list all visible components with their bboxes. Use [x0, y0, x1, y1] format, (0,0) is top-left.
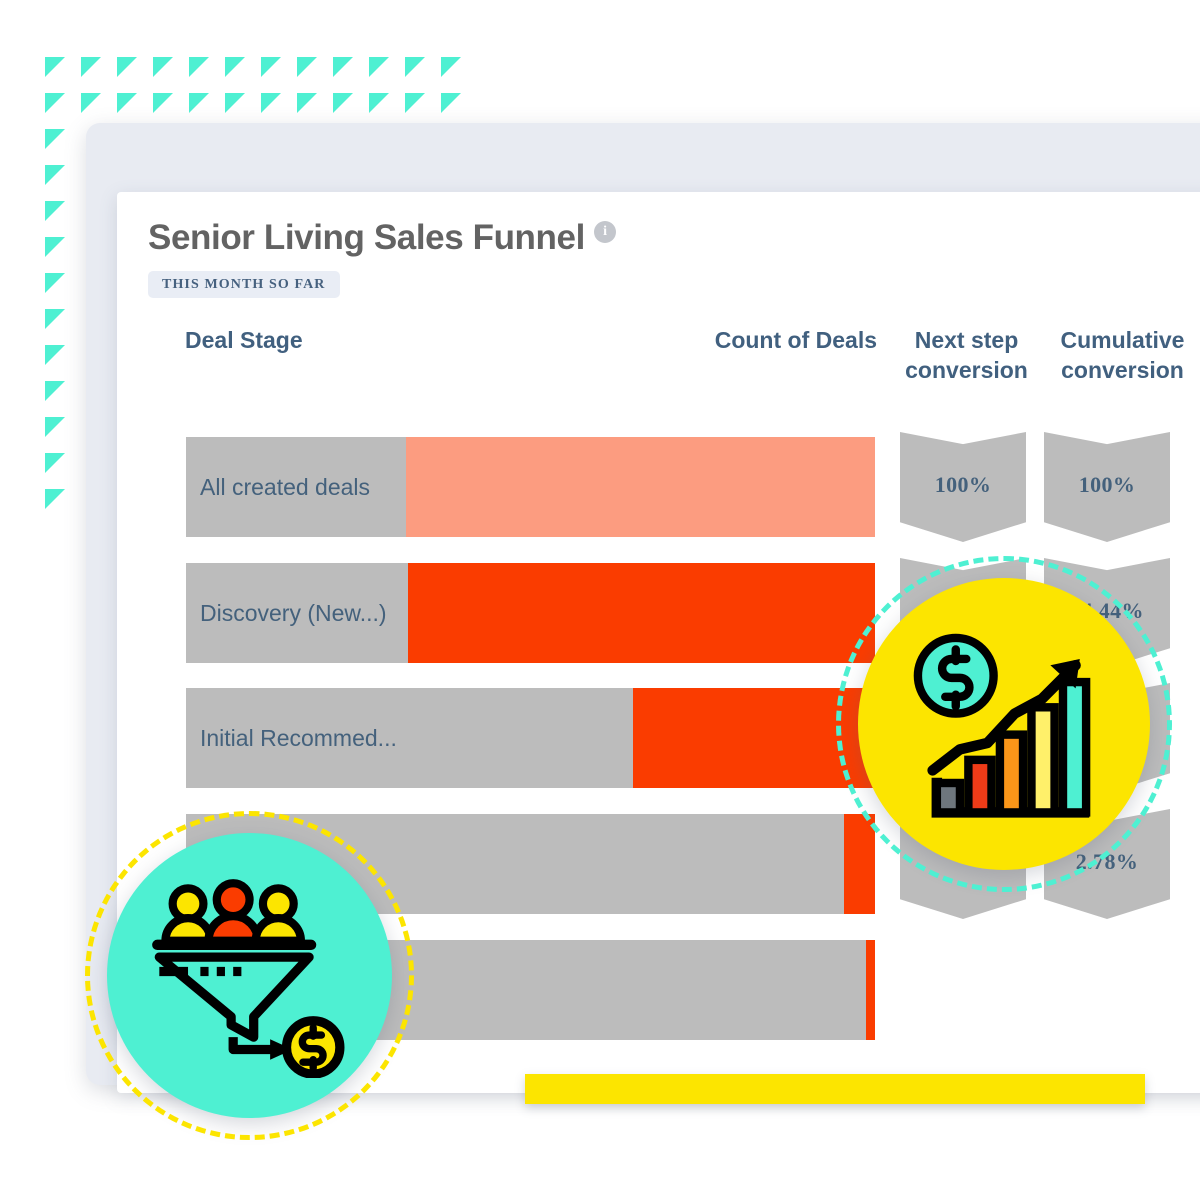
decor-triangle: [405, 57, 425, 77]
table-row[interactable]: Initial Recommed...: [186, 688, 875, 788]
decor-triangle: [153, 93, 173, 113]
decor-triangle: [225, 57, 245, 77]
decor-triangle: [261, 93, 281, 113]
decor-triangle: [153, 57, 173, 77]
decor-triangle: [81, 57, 101, 77]
funnel-bar-fill: [406, 437, 875, 537]
decor-triangle: [369, 57, 389, 77]
decor-triangle: [45, 309, 65, 329]
screenshot-root: Senior Living Sales Funnel THIS MONTH SO…: [0, 0, 1200, 1200]
deal-stage-label: Discovery (New...): [200, 599, 387, 626]
yellow-accent-bar: [525, 1074, 1145, 1104]
decor-triangle: [261, 57, 281, 77]
decor-triangle: [333, 93, 353, 113]
decor-triangle: [189, 57, 209, 77]
decor-triangle: [297, 57, 317, 77]
deal-stage-label: Initial Recommed...: [200, 724, 397, 751]
table-row[interactable]: Discovery (New...): [186, 563, 875, 663]
decor-triangle: [297, 93, 317, 113]
decor-triangle: [117, 93, 137, 113]
decor-triangle: [45, 489, 65, 509]
decor-triangle: [441, 57, 461, 77]
decor-triangle: [45, 345, 65, 365]
decor-triangle: [225, 93, 245, 113]
decor-triangle: [45, 237, 65, 257]
deal-stage-label: All created deals: [200, 473, 371, 500]
decor-triangle: [45, 417, 65, 437]
next-step-conversion-value: 100%: [934, 472, 992, 497]
next-step-conversion-badge: 100%: [900, 432, 1026, 542]
decor-triangle: [369, 93, 389, 113]
decor-triangle: [45, 93, 65, 113]
decor-triangle: [45, 381, 65, 401]
decor-triangle: [405, 93, 425, 113]
decor-triangle: [45, 129, 65, 149]
growth-chart-icon: [913, 633, 1091, 818]
decor-triangle: [189, 93, 209, 113]
funnel-bar-fill: [844, 814, 875, 914]
decor-triangle: [45, 165, 65, 185]
cumulative-conversion-badge: 100%: [1044, 432, 1170, 542]
decor-triangle: [45, 201, 65, 221]
decor-triangle: [45, 273, 65, 293]
decor-triangle: [45, 453, 65, 473]
decor-triangle: [117, 57, 137, 77]
funnel-bar-fill: [408, 563, 875, 663]
sales-funnel-icon: [152, 879, 345, 1079]
sales-funnel-badge: [85, 811, 414, 1140]
cumulative-conversion-value: 100%: [1078, 472, 1136, 497]
decor-triangle: [333, 57, 353, 77]
decor-triangle: [81, 93, 101, 113]
table-row[interactable]: All created deals: [186, 437, 875, 537]
funnel-bar-fill: [866, 940, 875, 1040]
decor-triangle: [441, 93, 461, 113]
decor-triangle: [45, 57, 65, 77]
growth-chart-badge: [836, 556, 1172, 892]
